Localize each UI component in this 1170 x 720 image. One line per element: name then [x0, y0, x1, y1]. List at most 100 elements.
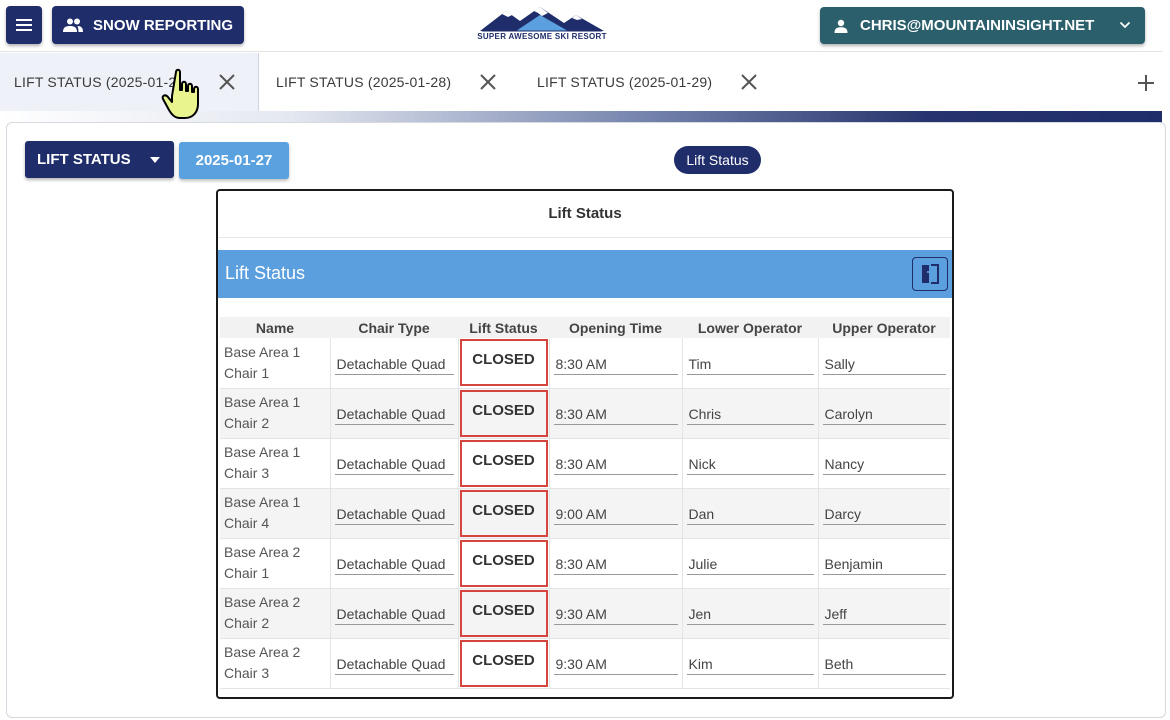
chair-type-field[interactable]: Detachable Quad	[334, 551, 454, 575]
lift-chair: Chair 1	[224, 565, 270, 581]
lift-name: Base Area 1 Chair 4	[220, 488, 331, 539]
export-document-icon	[922, 264, 939, 284]
lift-status-toggle[interactable]: CLOSED	[459, 439, 548, 487]
lift-status-table: Name Chair Type Lift Status Opening Time…	[220, 317, 950, 689]
lower-operator-field[interactable]: Nick	[686, 451, 814, 475]
column-header-upper-operator: Upper Operator	[818, 317, 950, 338]
report-type-dropdown[interactable]: LIFT STATUS	[25, 141, 174, 178]
table-row: Base Area 2 Chair 3 Detachable Quad CLOSE…	[220, 638, 950, 689]
chair-type-field[interactable]: Detachable Quad	[334, 451, 454, 475]
chevron-down-icon	[1119, 21, 1131, 29]
chair-type-field[interactable]: Detachable Quad	[334, 601, 454, 625]
upper-operator-field[interactable]: Darcy	[822, 501, 946, 525]
user-email: CHRIS@MOUNTAININSIGHT.NET	[860, 17, 1095, 34]
opening-time-field[interactable]: 8:30 AM	[553, 401, 678, 425]
opening-time-field[interactable]: 9:30 AM	[553, 651, 678, 675]
mountain-logo-icon	[480, 7, 604, 32]
snow-reporting-button[interactable]: SNOW REPORTING	[52, 6, 244, 44]
lift-status-report-card: Lift Status Lift Status Name Chair Type …	[216, 189, 954, 699]
close-icon[interactable]	[740, 73, 758, 91]
chair-type-field[interactable]: Detachable Quad	[334, 501, 454, 525]
upper-operator-field[interactable]: Jeff	[822, 601, 946, 625]
upper-operator-field[interactable]: Beth	[822, 651, 946, 675]
opening-time-field[interactable]: 8:30 AM	[553, 351, 678, 375]
lift-status-toggle[interactable]: CLOSED	[459, 639, 548, 687]
lift-chair: Chair 3	[224, 465, 270, 481]
lift-status-toggle[interactable]: CLOSED	[459, 389, 548, 437]
lift-chair: Chair 3	[224, 665, 270, 681]
lower-operator-field[interactable]: Dan	[686, 501, 814, 525]
lower-operator-field[interactable]: Chris	[686, 401, 814, 425]
section-header: Lift Status	[218, 250, 952, 298]
lift-status-toggle[interactable]: CLOSED	[459, 489, 548, 537]
column-header-lower-operator: Lower Operator	[682, 317, 818, 338]
lift-area: Base Area 1	[224, 444, 301, 460]
section-title: Lift Status	[225, 263, 306, 283]
tab-label: LIFT STATUS (2025-01-28)	[276, 74, 452, 90]
lower-operator-field[interactable]: Jen	[686, 601, 814, 625]
close-icon[interactable]	[479, 73, 497, 91]
table-row: Base Area 1 Chair 1 Detachable Quad CLOSE…	[220, 338, 950, 389]
report-title: Lift Status	[548, 205, 622, 222]
upper-operator-field[interactable]: Nancy	[822, 451, 946, 475]
opening-time-field[interactable]: 9:00 AM	[553, 501, 678, 525]
lift-name: Base Area 2 Chair 2	[220, 588, 331, 639]
report-pill-label: Lift Status	[686, 152, 749, 168]
upper-operator-field[interactable]: Carolyn	[822, 401, 946, 425]
upper-operator-field[interactable]: Benjamin	[822, 551, 946, 575]
lift-name: Base Area 2 Chair 3	[220, 638, 331, 689]
table-row: Base Area 2 Chair 2 Detachable Quad CLOSE…	[220, 588, 950, 639]
export-button[interactable]	[912, 257, 948, 291]
column-header-lift-status: Lift Status	[458, 317, 549, 338]
report-type-label: LIFT STATUS	[37, 151, 131, 168]
close-icon[interactable]	[218, 73, 236, 91]
lift-chair: Chair 1	[224, 364, 270, 381]
caret-down-icon	[150, 157, 160, 163]
tab-lift-status-2025-01-29[interactable]: LIFT STATUS (2025-01-29)	[519, 53, 779, 111]
menu-button[interactable]	[6, 6, 42, 44]
column-header-opening-time: Opening Time	[549, 317, 682, 338]
hamburger-menu-icon	[16, 19, 32, 31]
logo-text: SUPER AWESOME SKI RESORT	[477, 32, 607, 41]
lower-operator-field[interactable]: Kim	[686, 651, 814, 675]
user-account-button[interactable]: CHRIS@MOUNTAININSIGHT.NET	[820, 7, 1145, 44]
lift-area: Base Area 1	[224, 494, 301, 510]
lift-name: Base Area 1 Chair 2	[220, 388, 331, 439]
top-bar: SNOW REPORTING SUPER AWESOME SKI RESORT …	[0, 0, 1162, 52]
chair-type-field[interactable]: Detachable Quad	[334, 351, 454, 375]
resort-logo: SUPER AWESOME SKI RESORT	[476, 5, 608, 41]
lower-operator-field[interactable]: Tim	[686, 351, 814, 375]
tab-lift-status-2025-01-27[interactable]: LIFT STATUS (2025-01-27)	[0, 53, 259, 111]
title-divider	[218, 237, 952, 238]
column-header-name: Name	[220, 317, 330, 338]
chair-type-field[interactable]: Detachable Quad	[334, 651, 454, 675]
upper-operator-field[interactable]: Sally	[822, 351, 946, 375]
lift-name: Base Area 2 Chair 1	[220, 538, 331, 589]
lift-area: Base Area 1	[224, 343, 301, 360]
add-tab-icon[interactable]	[1136, 73, 1156, 93]
table-row: Base Area 1 Chair 4 Detachable Quad CLOSE…	[220, 488, 950, 539]
user-icon	[834, 19, 848, 33]
table-row: Base Area 1 Chair 3 Detachable Quad CLOSE…	[220, 438, 950, 489]
lower-operator-field[interactable]: Julie	[686, 551, 814, 575]
report-name-pill[interactable]: Lift Status	[674, 146, 761, 174]
lift-chair: Chair 2	[224, 415, 270, 431]
lift-name: Base Area 1 Chair 1	[220, 338, 331, 389]
tab-label: LIFT STATUS (2025-01-27)	[14, 74, 174, 90]
date-picker-button[interactable]: 2025-01-27	[179, 142, 289, 179]
date-label: 2025-01-27	[195, 152, 273, 169]
lift-area: Base Area 1	[224, 394, 301, 410]
lift-status-toggle[interactable]: CLOSED	[459, 589, 548, 637]
lift-status-toggle[interactable]: CLOSED	[459, 339, 548, 387]
lift-status-toggle[interactable]: CLOSED	[459, 539, 548, 587]
table-header-row: Name Chair Type Lift Status Opening Time…	[220, 317, 950, 338]
people-icon	[63, 18, 83, 32]
chair-type-field[interactable]: Detachable Quad	[334, 401, 454, 425]
table-row: Base Area 2 Chair 1 Detachable Quad CLOSE…	[220, 538, 950, 589]
opening-time-field[interactable]: 9:30 AM	[553, 601, 678, 625]
lift-area: Base Area 2	[224, 544, 301, 560]
opening-time-field[interactable]: 8:30 AM	[553, 551, 678, 575]
snow-reporting-label: SNOW REPORTING	[93, 16, 234, 34]
tab-lift-status-2025-01-28[interactable]: LIFT STATUS (2025-01-28)	[259, 53, 519, 111]
opening-time-field[interactable]: 8:30 AM	[553, 451, 678, 475]
